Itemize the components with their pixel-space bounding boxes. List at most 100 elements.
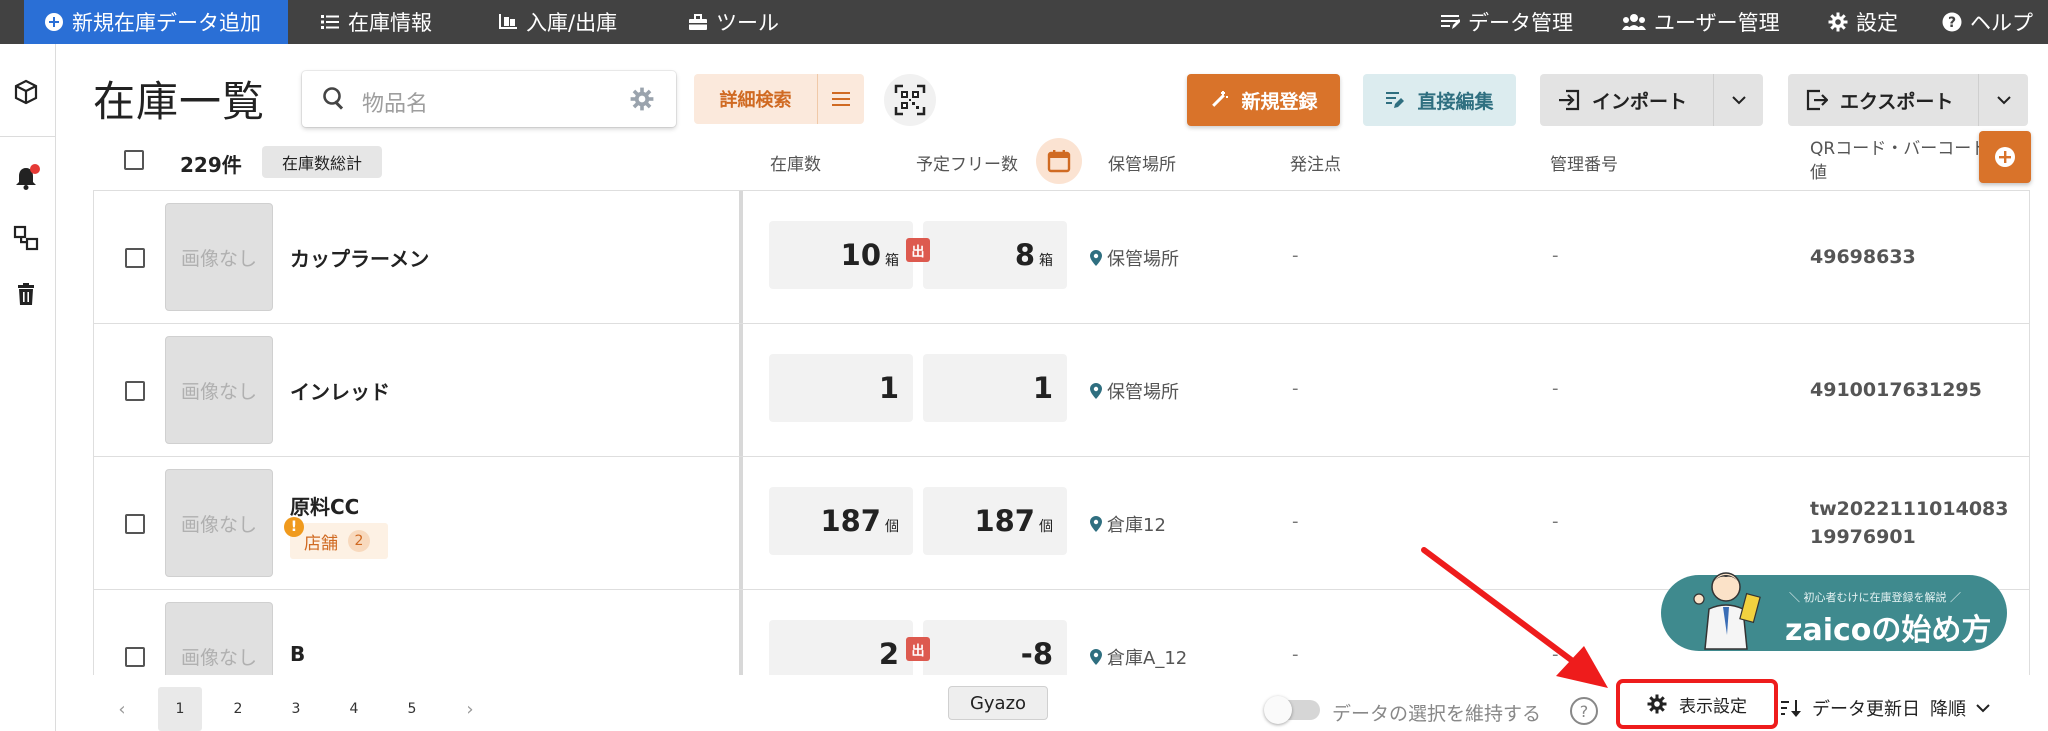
display-settings-label: 表示設定 bbox=[1679, 696, 1747, 717]
page-5-button[interactable]: 5 bbox=[390, 687, 434, 731]
item-name[interactable]: 原料CC bbox=[290, 491, 359, 520]
inventory-box-icon[interactable] bbox=[12, 78, 40, 106]
row-checkbox[interactable] bbox=[125, 381, 145, 401]
location-text: 倉庫A_12 bbox=[1107, 648, 1188, 669]
svg-text:?: ? bbox=[1948, 15, 1956, 31]
store-tag[interactable]: ! 店舗 2 bbox=[284, 517, 388, 559]
page-1-button[interactable]: 1 bbox=[158, 687, 202, 731]
management-number-cell: - bbox=[1552, 378, 1559, 399]
search-box[interactable]: 物品名 bbox=[302, 71, 676, 127]
help-question-icon[interactable]: ? bbox=[1570, 697, 1598, 725]
add-stock-data-button[interactable]: 新規在庫データ追加 bbox=[24, 0, 288, 44]
import-button[interactable]: インポート bbox=[1540, 74, 1763, 126]
col-header-free-qty[interactable]: 予定フリー数 bbox=[916, 150, 1018, 175]
stock-qty[interactable]: 10 箱 bbox=[769, 221, 913, 289]
trash-icon[interactable] bbox=[12, 280, 40, 308]
nav-tools[interactable]: ツール bbox=[688, 0, 779, 44]
row-checkbox[interactable] bbox=[125, 514, 145, 534]
nav-help[interactable]: ? ヘルプ bbox=[1942, 0, 2033, 44]
gyazo-button[interactable]: Gyazo bbox=[948, 686, 1048, 720]
export-dropdown[interactable] bbox=[1978, 74, 2028, 126]
select-all-checkbox[interactable] bbox=[124, 150, 144, 170]
nav-settings-label: 設定 bbox=[1856, 11, 1898, 35]
map-pin-icon bbox=[1090, 383, 1102, 399]
calendar-icon bbox=[1047, 150, 1071, 173]
advanced-search-button[interactable]: 詳細検索 bbox=[694, 74, 864, 124]
page-2-button[interactable]: 2 bbox=[216, 687, 260, 731]
row-checkbox[interactable] bbox=[125, 248, 145, 268]
gear-icon bbox=[1647, 694, 1667, 714]
stock-total-button[interactable]: 在庫数総計 bbox=[262, 146, 382, 178]
free-qty[interactable]: -8 bbox=[923, 620, 1067, 675]
item-name[interactable]: インレッド bbox=[290, 376, 390, 405]
stock-qty[interactable]: 1 bbox=[769, 354, 913, 422]
group-items-icon[interactable] bbox=[12, 224, 40, 252]
users-icon bbox=[1622, 14, 1646, 30]
item-name[interactable]: B bbox=[290, 642, 305, 666]
sort-selector[interactable]: データ更新日 降順 bbox=[1780, 691, 1990, 725]
export-button[interactable]: エクスポート bbox=[1788, 74, 2028, 126]
page-4-button[interactable]: 4 bbox=[332, 687, 376, 731]
nav-user-management-label: ユーザー管理 bbox=[1654, 11, 1780, 35]
free-qty[interactable]: 8 箱 bbox=[923, 221, 1067, 289]
item-name[interactable]: カップラーメン bbox=[290, 243, 429, 272]
advanced-search-label: 詳細検索 bbox=[694, 74, 818, 124]
import-dropdown[interactable] bbox=[1713, 74, 1763, 126]
free-qty-value: -8 bbox=[1020, 637, 1053, 671]
import-main[interactable]: インポート bbox=[1540, 74, 1713, 126]
col-header-location[interactable]: 保管場所 bbox=[1108, 150, 1176, 175]
thumbnail-placeholder[interactable]: 画像なし bbox=[165, 469, 273, 577]
nav-user-management[interactable]: ユーザー管理 bbox=[1622, 0, 1780, 44]
col-header-qr-barcode[interactable]: QRコード・バーコード値 bbox=[1810, 137, 1998, 185]
location-text: 保管場所 bbox=[1107, 382, 1179, 403]
new-register-button[interactable]: 新規登録 bbox=[1187, 74, 1340, 126]
getting-started-banner[interactable]: ＼ 初心者むけに在庫登録を解説 ／ zaicoの始め方 bbox=[1661, 572, 2007, 651]
col-header-order-point[interactable]: 発注点 bbox=[1290, 150, 1341, 175]
stock-qty-value: 187 bbox=[820, 504, 881, 538]
stock-qty[interactable]: 2 bbox=[769, 620, 913, 675]
row-checkbox[interactable] bbox=[125, 647, 145, 667]
qr-scan-button[interactable] bbox=[884, 74, 936, 126]
bell-icon[interactable] bbox=[12, 164, 40, 192]
next-page-button[interactable]: › bbox=[448, 687, 492, 731]
location-cell: 倉庫12 bbox=[1090, 511, 1166, 537]
nav-in-out[interactable]: 入庫/出庫 bbox=[498, 0, 617, 44]
free-qty[interactable]: 187 個 bbox=[923, 487, 1067, 555]
thumbnail-placeholder[interactable]: 画像なし bbox=[165, 336, 273, 444]
keep-selection-toggle[interactable] bbox=[1264, 696, 1320, 724]
order-point-cell: - bbox=[1292, 511, 1299, 532]
table-row[interactable]: 画像なし インレッド 1 1 保管場所 - - 4910017631295 bbox=[94, 324, 2029, 457]
col-header-qty[interactable]: 在庫数 bbox=[770, 150, 821, 175]
search-settings-gear-icon[interactable] bbox=[630, 87, 654, 115]
store-count-badge: 2 bbox=[348, 530, 370, 552]
management-number-cell: - bbox=[1552, 511, 1559, 532]
nav-in-out-label: 入庫/出庫 bbox=[526, 11, 618, 35]
table-footer: ‹ 1 2 3 4 5 › Gyazo データの選択を維持する ? 表示設定 デ… bbox=[56, 675, 2048, 731]
list-icon bbox=[321, 15, 339, 29]
page-3-button[interactable]: 3 bbox=[274, 687, 318, 731]
free-qty-unit: 箱 bbox=[1039, 253, 1053, 269]
search-input[interactable]: 物品名 bbox=[362, 86, 428, 118]
nav-help-label: ヘルプ bbox=[1970, 11, 2033, 35]
hamburger-menu-icon[interactable] bbox=[818, 74, 864, 124]
thumbnail-placeholder[interactable]: 画像なし bbox=[165, 203, 273, 311]
table-row[interactable]: 画像なし カップラーメン 10 箱 出 8 箱 保管場所 - - 4969863… bbox=[94, 191, 2029, 324]
nav-stock-info[interactable]: 在庫情報 bbox=[320, 0, 432, 44]
add-column-button[interactable] bbox=[1979, 131, 2031, 183]
nav-settings[interactable]: 設定 bbox=[1828, 0, 1898, 44]
export-main[interactable]: エクスポート bbox=[1788, 74, 1978, 126]
store-label: 店舗 bbox=[304, 533, 338, 554]
stock-qty[interactable]: 187 個 bbox=[769, 487, 913, 555]
col-header-management-number[interactable]: 管理番号 bbox=[1550, 150, 1618, 175]
prev-page-button[interactable]: ‹ bbox=[100, 687, 144, 731]
free-qty[interactable]: 1 bbox=[923, 354, 1067, 422]
banner-title: zaicoの始め方 bbox=[1785, 613, 1992, 648]
calendar-button[interactable] bbox=[1036, 138, 1082, 184]
direct-edit-button[interactable]: 直接編集 bbox=[1363, 74, 1516, 126]
display-settings-button[interactable]: 表示設定 bbox=[1616, 679, 1778, 729]
gear-icon bbox=[1828, 12, 1848, 32]
import-label: インポート bbox=[1592, 90, 1688, 113]
nav-data-management[interactable]: データ管理 bbox=[1440, 0, 1573, 44]
thumbnail-placeholder[interactable]: 画像なし bbox=[165, 602, 273, 675]
new-register-label: 新規登録 bbox=[1241, 90, 1318, 113]
